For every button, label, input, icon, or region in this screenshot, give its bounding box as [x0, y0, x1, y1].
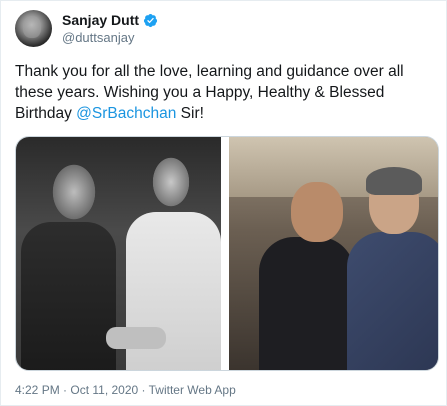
photo-recent-greeting[interactable] [229, 137, 438, 370]
display-name[interactable]: Sanjay Dutt [62, 12, 139, 28]
media-grid [15, 136, 439, 371]
author-names: Sanjay Dutt @duttsanjay [62, 12, 158, 45]
user-handle[interactable]: @duttsanjay [62, 30, 158, 45]
tweet-timestamp[interactable]: 4:22 PM · Oct 11, 2020 · Twitter Web App [15, 383, 236, 397]
tweet-card: Sanjay Dutt @duttsanjay Thank you for al… [0, 0, 447, 406]
tweet-text-before: Thank you for all the love, learning and… [15, 63, 404, 122]
name-row: Sanjay Dutt [62, 12, 158, 28]
photo-figure-blue-jacket [347, 232, 438, 370]
photo-figure-left [21, 222, 116, 370]
mention-link[interactable]: @SrBachchan [76, 105, 176, 122]
photo-divider [221, 137, 229, 370]
avatar[interactable] [15, 10, 52, 47]
photo-figure-dark-jacket [259, 237, 354, 370]
photo-hair-right [366, 167, 422, 195]
tweet-text: Thank you for all the love, learning and… [15, 61, 435, 124]
verified-badge-icon [143, 13, 158, 27]
photo-head-left [291, 182, 343, 242]
tweet-text-after: Sir! [176, 105, 204, 122]
photo-vintage-handshake[interactable] [16, 137, 221, 370]
photo-handshake [106, 327, 166, 349]
tweet-header: Sanjay Dutt @duttsanjay [15, 10, 158, 50]
